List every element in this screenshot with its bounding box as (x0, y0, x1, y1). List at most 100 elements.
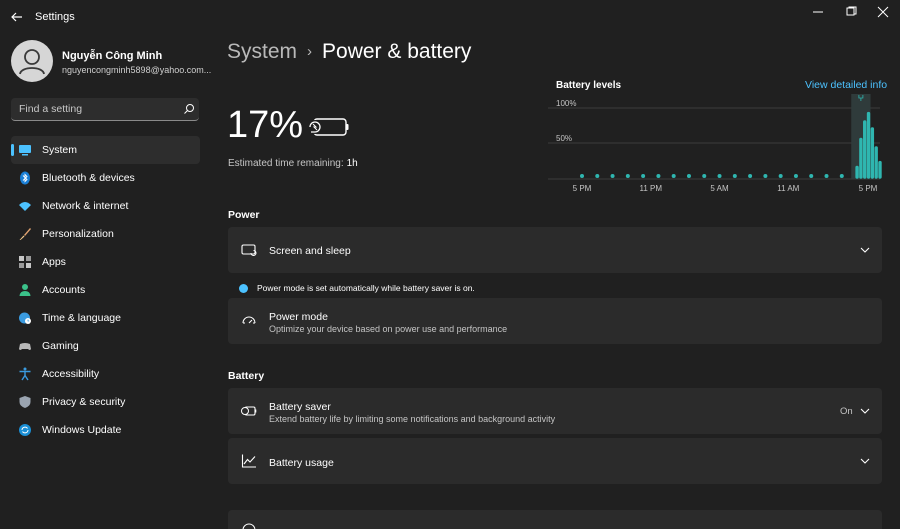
x-tick-label: 11 AM (777, 184, 799, 193)
globe-icon (242, 523, 256, 529)
battery-saver-status-icon (308, 118, 349, 136)
app-title: Settings (35, 11, 75, 23)
sidebar-item-bluetooth[interactable]: Bluetooth & devices (11, 164, 200, 192)
update-icon (19, 424, 31, 436)
data-point (671, 174, 676, 178)
data-point (686, 174, 691, 178)
data-point (763, 174, 768, 178)
data-point (610, 174, 615, 178)
battery-saver-icon (241, 406, 257, 416)
chevron-down-icon[interactable] (859, 457, 871, 465)
data-point (641, 174, 646, 178)
battery-usage-title: Battery usage (269, 457, 334, 469)
battery-section-title: Battery (228, 370, 265, 382)
sidebar-item-system[interactable]: System (11, 136, 200, 164)
sidebar-item-label: Personalization (42, 228, 114, 240)
y-tick-label: 100% (556, 99, 576, 108)
sidebar-item-gaming[interactable]: Gaming (11, 332, 200, 360)
chart-marks (580, 111, 882, 179)
chevron-down-icon[interactable] (859, 407, 871, 415)
minimize-icon[interactable] (807, 4, 829, 20)
sidebar-item-network[interactable]: Network & internet (11, 192, 200, 220)
battery-percent: 17% (227, 104, 304, 146)
info-icon (239, 284, 248, 293)
search-input[interactable] (11, 98, 171, 120)
accessibility-icon (19, 367, 31, 381)
sidebar-item-personalization[interactable]: Personalization (11, 220, 200, 248)
person-icon (19, 49, 45, 75)
battery-saver-card[interactable]: Battery saver Extend battery life by lim… (228, 388, 882, 434)
chart-title: Battery levels (556, 80, 622, 91)
user-name: Nguyễn Công Minh (62, 50, 163, 62)
sidebar-item-label: Windows Update (42, 424, 122, 436)
sidebar-item-windows-update[interactable]: Windows Update (11, 416, 200, 444)
data-point (732, 174, 737, 178)
y-tick-label: 50% (556, 134, 572, 143)
estimated-time: Estimated time remaining: 1h (228, 158, 358, 169)
sidebar-item-label: System (42, 144, 78, 156)
power-mode-icon (242, 316, 256, 324)
sidebar-item-privacy[interactable]: Privacy & security (11, 388, 200, 416)
estimated-time-label: Estimated time remaining: (228, 158, 344, 169)
brush-icon (19, 228, 31, 240)
sidebar-item-label: Time & language (42, 312, 121, 324)
battery-levels-chart[interactable]: 100% 50% 5 PM 11 PM 5 AM 11 AM 5 PM (548, 94, 888, 196)
power-mode-title: Power mode (269, 311, 328, 323)
breadcrumb-separator: › (307, 43, 313, 60)
sidebar-item-label: Accessibility (42, 368, 100, 380)
sidebar-nav: System Bluetooth & devices Network & int… (11, 136, 200, 444)
info-text: Power mode is set automatically while ba… (257, 283, 475, 293)
sidebar-item-accounts[interactable]: Accounts (11, 276, 200, 304)
battery-saver-title: Battery saver (269, 401, 331, 413)
sidebar-item-label: Gaming (42, 340, 79, 352)
search-box[interactable] (11, 98, 199, 121)
back-arrow-icon[interactable] (8, 8, 26, 26)
close-icon[interactable] (872, 4, 894, 20)
data-point (717, 174, 722, 178)
data-point (595, 174, 600, 178)
breadcrumb: System › Power & battery (227, 40, 471, 64)
battery-saver-subtitle: Extend battery life by limiting some not… (269, 414, 556, 424)
data-point (824, 174, 829, 178)
data-point (702, 174, 707, 178)
globe-clock-icon (19, 312, 31, 324)
power-mode-card[interactable]: Power mode Optimize your device based on… (228, 298, 882, 344)
gamepad-icon (19, 343, 31, 350)
shield-icon (19, 396, 31, 408)
wifi-icon (19, 202, 31, 211)
sidebar-item-time-language[interactable]: Time & language (11, 304, 200, 332)
data-point (778, 174, 783, 178)
title-bar: Settings (0, 0, 900, 34)
chart-line-icon (241, 454, 256, 468)
data-point (625, 174, 630, 178)
selection-indicator (11, 144, 14, 156)
maximize-icon[interactable] (840, 4, 862, 20)
chart-grid (548, 107, 880, 180)
bluetooth-icon (20, 171, 30, 185)
sidebar-item-label: Privacy & security (42, 396, 126, 408)
user-email: nguyencongminh5898@yahoo.com... (62, 65, 212, 75)
avatar[interactable] (11, 40, 53, 82)
sidebar-item-accessibility[interactable]: Accessibility (11, 360, 200, 388)
battery-usage-card[interactable]: Battery usage (228, 438, 882, 484)
power-section-title: Power (228, 209, 260, 221)
accounts-icon (19, 284, 31, 296)
sidebar-item-label: Network & internet (42, 200, 129, 212)
data-point (809, 174, 814, 178)
screen-sleep-card[interactable]: Screen and sleep (228, 227, 882, 273)
search-icon[interactable] (183, 103, 195, 115)
screen-sleep-title: Screen and sleep (269, 245, 351, 257)
power-mode-subtitle: Optimize your device based on power use … (269, 324, 508, 334)
data-point (580, 174, 584, 178)
battery-saver-status: On (840, 406, 853, 417)
more-settings-card[interactable] (228, 510, 882, 529)
sidebar-item-label: Bluetooth & devices (42, 172, 135, 184)
x-tick-label: 5 AM (710, 184, 729, 193)
apps-icon (19, 256, 31, 268)
x-tick-label: 11 PM (640, 184, 663, 193)
chevron-down-icon[interactable] (859, 246, 871, 254)
breadcrumb-parent[interactable]: System (227, 40, 297, 63)
view-detailed-info-link[interactable]: View detailed info (805, 79, 887, 91)
sidebar-item-apps[interactable]: Apps (11, 248, 200, 276)
sidebar-item-label: Accounts (42, 284, 86, 296)
